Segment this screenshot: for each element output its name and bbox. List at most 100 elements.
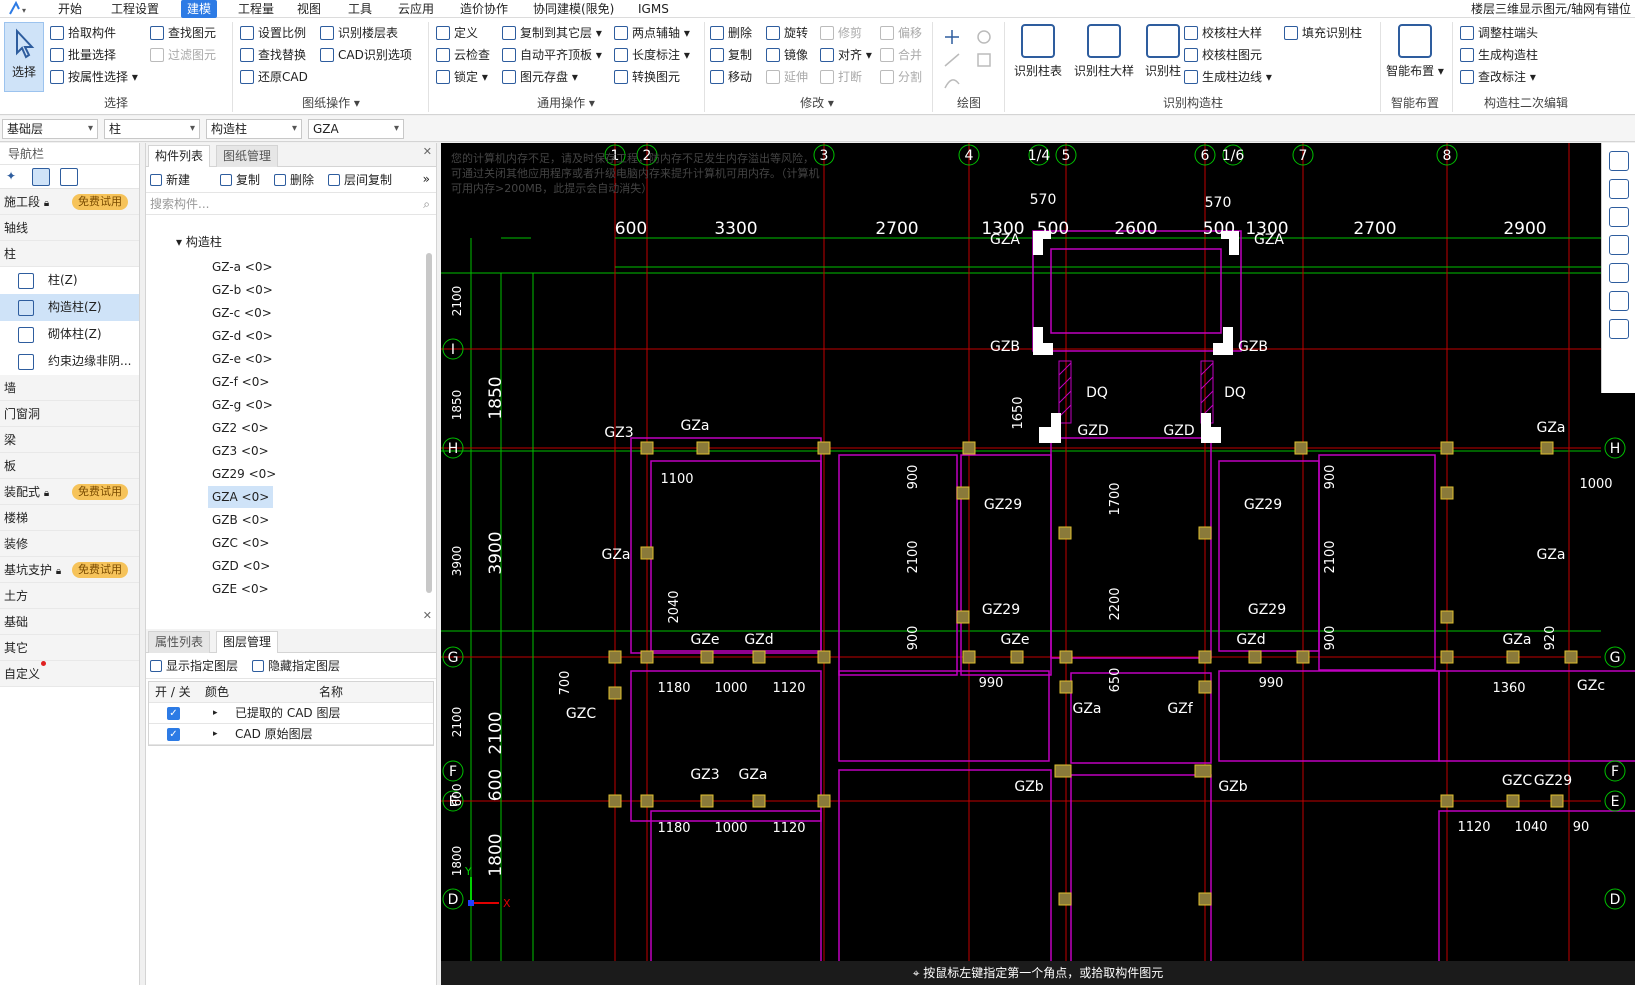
two-point-axis-button[interactable]: 两点辅轴 ▾ [612, 22, 690, 44]
menu-quantity[interactable]: 工程量 [232, 0, 280, 18]
nav-item-constructional-column[interactable]: 构造柱(Z) [0, 294, 139, 321]
mirror-button[interactable]: 镜像 [764, 44, 808, 66]
set-scale-button[interactable]: 设置比例 [238, 22, 306, 44]
expand-icon[interactable]: ▸ [213, 724, 218, 745]
check-column-detail-button[interactable]: 校核柱大样 [1182, 22, 1262, 44]
tree-item[interactable]: GZD <0> [208, 555, 274, 577]
show-layer-button[interactable]: 显示指定图层 [148, 653, 238, 679]
break-button[interactable]: 打断 [818, 66, 862, 88]
split-button[interactable]: 分割 [878, 66, 922, 88]
component-type-select[interactable]: 柱 [104, 119, 200, 139]
view-3d-orbit-icon[interactable] [1608, 151, 1629, 171]
view-3d-icon[interactable] [1608, 179, 1629, 199]
menu-tools[interactable]: 工具 [342, 0, 378, 18]
new-button[interactable]: 新建 [148, 167, 190, 193]
floor-select[interactable]: 基础层 [2, 119, 98, 139]
define-button[interactable]: 定义 [434, 22, 478, 44]
menu-view[interactable]: 视图 [291, 0, 327, 18]
gen-column-edge-button[interactable]: 生成柱边线 ▾ [1182, 66, 1272, 88]
copy-component-button[interactable]: 复制 [218, 167, 260, 193]
layer-toggle-checkbox[interactable]: ✓ [167, 707, 180, 720]
select-by-attr-button[interactable]: 按属性选择 ▾ [48, 66, 138, 88]
view-layers-icon[interactable] [1608, 235, 1629, 255]
adjust-column-end-button[interactable]: 调整柱端头 [1458, 22, 1538, 44]
select-big-button[interactable]: 选择 [4, 22, 44, 92]
list-view-icon[interactable] [32, 168, 50, 186]
nav-cat-construction-section[interactable]: 施工段 🔒︎ 免费试用 [0, 189, 139, 215]
check-annotation-button[interactable]: 查改标注 ▾ [1458, 66, 1536, 88]
draw-tools-icons[interactable] [940, 24, 998, 92]
nav-item-edge-member[interactable]: 约束边缘非阴... [0, 348, 139, 375]
nav-cat-beam[interactable]: 梁 [0, 427, 139, 453]
nav-cat-prefab[interactable]: 装配式 🔒︎ 免费试用 [0, 479, 139, 505]
nav-item-masonry-column[interactable]: 砌体柱(Z) [0, 321, 139, 348]
tree-item[interactable]: GZ-c <0> [208, 302, 276, 324]
tree-item-selected[interactable]: GZA <0> [208, 486, 274, 508]
component-subtype-select[interactable]: 构造柱 [206, 119, 302, 139]
menu-cloud[interactable]: 云应用 [392, 0, 440, 18]
nav-cat-wall[interactable]: 墙 [0, 375, 139, 401]
component-search-input[interactable]: 搜索构件... ⌕ [146, 193, 436, 215]
recognize-column-detail-button[interactable]: 识别柱大样 [1070, 22, 1138, 92]
tree-item[interactable]: GZB <0> [208, 509, 273, 531]
rotate-button[interactable]: 旋转 [764, 22, 808, 44]
tree-item[interactable]: GZE <0> [208, 578, 273, 600]
floor-copy-button[interactable]: 层间复制 [326, 167, 392, 193]
tab-property-list[interactable]: 属性列表 [148, 631, 211, 653]
nav-cat-pit-support[interactable]: 基坑支护 🔒︎ 免费试用 [0, 557, 139, 583]
delete-button[interactable]: 删除 [708, 22, 752, 44]
fill-recognize-column-button[interactable]: 填充识别柱 [1282, 22, 1362, 44]
free-trial-badge[interactable]: 免费试用 [72, 562, 128, 578]
nav-cat-custom[interactable]: 自定义 [0, 661, 139, 687]
more-icon[interactable]: » [423, 172, 430, 186]
convert-element-button[interactable]: 转换图元 [612, 66, 680, 88]
nav-cat-foundation[interactable]: 基础 [0, 609, 139, 635]
align-button[interactable]: 对齐 ▾ [818, 44, 872, 66]
tree-item[interactable]: GZ29 <0> [208, 463, 280, 485]
menu-start[interactable]: 开始 [52, 0, 88, 18]
menu-igms[interactable]: IGMS [632, 0, 675, 18]
tree-item[interactable]: GZ-g <0> [208, 394, 277, 416]
tree-item[interactable]: GZ3 <0> [208, 440, 273, 462]
extend-button[interactable]: 延伸 [764, 66, 808, 88]
cad-canvas[interactable]: 12341/4561/678 IIHHGGFFEEDD 12361/678 60… [441, 143, 1635, 985]
fit-view-icon[interactable] [1608, 263, 1629, 283]
nav-item-column[interactable]: 柱(Z) [0, 267, 139, 294]
restore-cad-button[interactable]: 还原CAD [238, 66, 308, 88]
copy-to-other-layer-button[interactable]: 复制到其它层 ▾ [500, 22, 602, 44]
merge-button[interactable]: 合并 [878, 44, 922, 66]
pick-component-button[interactable]: 拾取构件 [48, 22, 116, 44]
tree-item[interactable]: GZ-d <0> [208, 325, 277, 347]
nav-cat-stairs[interactable]: 楼梯 [0, 505, 139, 531]
nav-cat-column[interactable]: 柱 [0, 241, 139, 267]
menu-modeling[interactable]: 建模 [181, 0, 218, 18]
layer-row[interactable]: ✓ ▸ CAD 原始图层 [149, 724, 433, 745]
nav-cat-other[interactable]: 其它 [0, 635, 139, 661]
view-property-icon[interactable] [1608, 319, 1629, 339]
nav-cat-door-window[interactable]: 门窗洞 [0, 401, 139, 427]
tree-item[interactable]: GZ-a <0> [208, 256, 277, 278]
cloud-check-button[interactable]: 云检查 [434, 44, 490, 66]
tree-root[interactable]: ▾ 构造柱 [176, 233, 222, 250]
expand-icon[interactable]: ▸ [213, 703, 218, 724]
tree-view-icon[interactable] [60, 168, 78, 186]
trim-button[interactable]: 修剪 [818, 22, 862, 44]
tree-item[interactable]: GZ-b <0> [208, 279, 277, 301]
menu-cost-collab[interactable]: 造价协作 [454, 0, 514, 18]
tree-item[interactable]: GZ2 <0> [208, 417, 273, 439]
nav-cat-earthwork[interactable]: 土方 [0, 583, 139, 609]
auto-align-slab-button[interactable]: 自动平齐顶板 ▾ [500, 44, 602, 66]
tree-item[interactable]: GZC <0> [208, 532, 273, 554]
app-logo-icon[interactable]: ▾ [6, 1, 32, 17]
pin-icon[interactable]: ✦ [6, 169, 16, 183]
copy-button[interactable]: 复制 [708, 44, 752, 66]
filter-element-button[interactable]: 过滤图元 [148, 44, 216, 66]
menu-collab-modeling[interactable]: 协同建模(限免) [527, 0, 620, 18]
tree-scrollbar[interactable] [426, 253, 432, 593]
highlight-columns[interactable] [1033, 231, 1239, 443]
save-element-button[interactable]: 图元存盘 ▾ [500, 66, 578, 88]
close-icon[interactable]: ✕ [423, 609, 432, 622]
recognize-floor-table-button[interactable]: 识别楼层表 [318, 22, 398, 44]
check-column-element-button[interactable]: 校核柱图元 [1182, 44, 1262, 66]
view-cube-icon[interactable] [1608, 207, 1629, 227]
